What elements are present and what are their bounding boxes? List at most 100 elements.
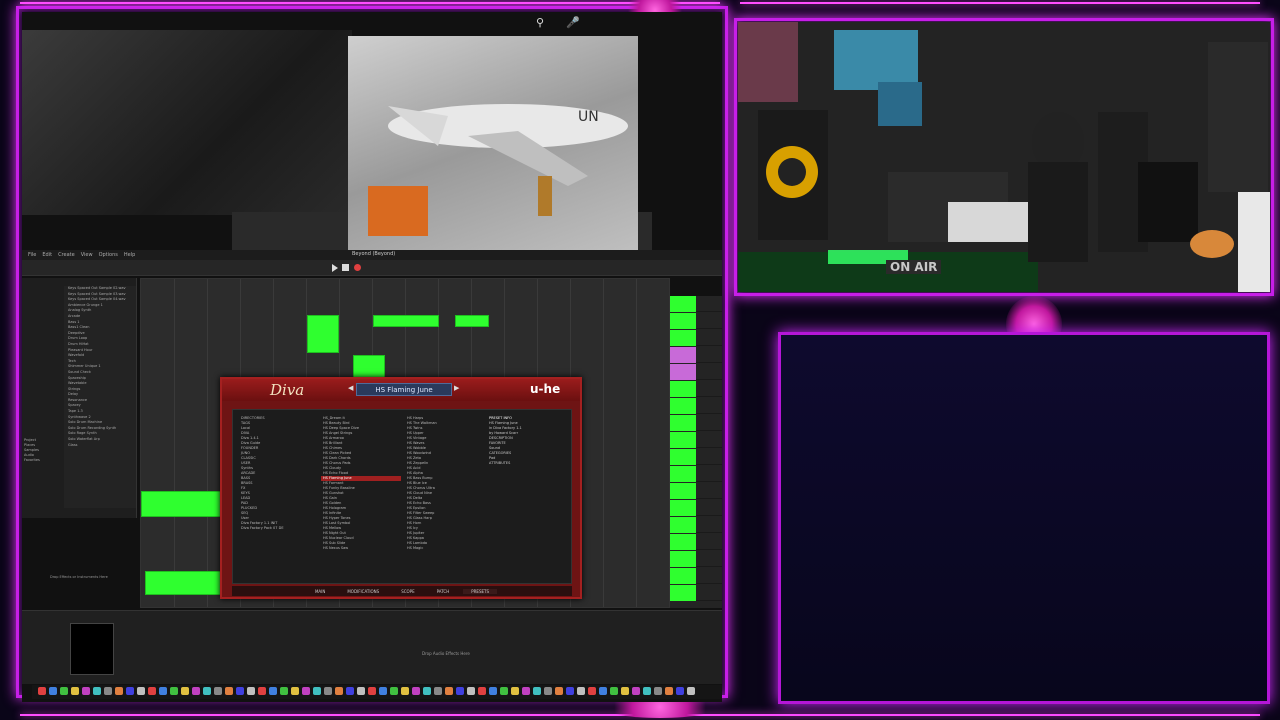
dock-app-icon[interactable]: [181, 687, 189, 695]
dock-app-icon[interactable]: [654, 687, 662, 695]
play-button[interactable]: [332, 264, 338, 272]
preset-item[interactable]: HS Magic: [405, 546, 485, 551]
diva-tab-presets[interactable]: PRESETS: [463, 588, 498, 594]
dock-app-icon[interactable]: [456, 687, 464, 695]
dock-app-icon[interactable]: [522, 687, 530, 695]
mixer-track[interactable]: [670, 568, 722, 584]
audio-clip[interactable]: [145, 571, 221, 595]
search-icon[interactable]: ⚲: [536, 16, 544, 29]
dock-app-icon[interactable]: [676, 687, 684, 695]
diva-plugin-window[interactable]: Diva HS Flaming June ◀ ▶ u-he DIRECTORIE…: [220, 377, 582, 599]
mixer-track[interactable]: [670, 432, 722, 448]
dock-app-icon[interactable]: [49, 687, 57, 695]
browser-item[interactable]: Glass: [64, 443, 136, 449]
dock-app-icon[interactable]: [434, 687, 442, 695]
dock-app-icon[interactable]: [148, 687, 156, 695]
menu-help[interactable]: Help: [124, 252, 135, 258]
menu-view[interactable]: View: [81, 252, 93, 258]
mixer-track[interactable]: [670, 313, 722, 329]
dock-app-icon[interactable]: [313, 687, 321, 695]
next-preset-icon[interactable]: ▶: [454, 384, 459, 392]
preset-item[interactable]: HS Nexus Saw: [321, 546, 401, 551]
mixer-track[interactable]: [670, 449, 722, 465]
dock-app-icon[interactable]: [588, 687, 596, 695]
dock-app-icon[interactable]: [60, 687, 68, 695]
stop-button[interactable]: [342, 264, 349, 271]
diva-tab-main[interactable]: MAIN: [307, 589, 333, 594]
mixer-track[interactable]: [670, 347, 722, 363]
dock-app-icon[interactable]: [379, 687, 387, 695]
dock-app-icon[interactable]: [225, 687, 233, 695]
dock-app-icon[interactable]: [423, 687, 431, 695]
dock-app-icon[interactable]: [137, 687, 145, 695]
midi-clip[interactable]: [373, 315, 439, 327]
dock-app-icon[interactable]: [159, 687, 167, 695]
directory-item[interactable]: Diva Factory Pack 07 DE: [239, 526, 315, 531]
dock-app-icon[interactable]: [258, 687, 266, 695]
mixer-track[interactable]: [670, 517, 722, 533]
mixer-track[interactable]: [670, 381, 722, 397]
dock-app-icon[interactable]: [632, 687, 640, 695]
mixer-track[interactable]: [670, 415, 722, 431]
dock-app-icon[interactable]: [566, 687, 574, 695]
dock-app-icon[interactable]: [610, 687, 618, 695]
mixer-track[interactable]: [670, 466, 722, 482]
dock-app-icon[interactable]: [93, 687, 101, 695]
midi-clip[interactable]: [455, 315, 489, 327]
midi-clip[interactable]: [307, 315, 339, 353]
dock-app-icon[interactable]: [280, 687, 288, 695]
dock-app-icon[interactable]: [687, 687, 695, 695]
dock-app-icon[interactable]: [368, 687, 376, 695]
mixer-track[interactable]: [670, 296, 722, 312]
dock-app-icon[interactable]: [291, 687, 299, 695]
dock-app-icon[interactable]: [412, 687, 420, 695]
dock-app-icon[interactable]: [489, 687, 497, 695]
dock-app-icon[interactable]: [555, 687, 563, 695]
sidebar-item[interactable]: Favorites: [24, 458, 40, 463]
prev-preset-icon[interactable]: ◀: [348, 384, 353, 392]
diva-tab-scope[interactable]: SCOPE: [393, 589, 422, 594]
dock-app-icon[interactable]: [126, 687, 134, 695]
dock-app-icon[interactable]: [643, 687, 651, 695]
dock-app-icon[interactable]: [577, 687, 585, 695]
dock-app-icon[interactable]: [533, 687, 541, 695]
dock-app-icon[interactable]: [203, 687, 211, 695]
mixer-track[interactable]: [670, 500, 722, 516]
mixer-track[interactable]: [670, 534, 722, 550]
dock-app-icon[interactable]: [390, 687, 398, 695]
preset-name-display[interactable]: HS Flaming June: [356, 383, 452, 396]
mixer-track[interactable]: [670, 483, 722, 499]
dock-app-icon[interactable]: [357, 687, 365, 695]
menu-file[interactable]: File: [28, 252, 36, 258]
dock-app-icon[interactable]: [214, 687, 222, 695]
dock-app-icon[interactable]: [38, 687, 46, 695]
dock-app-icon[interactable]: [236, 687, 244, 695]
menu-options[interactable]: Options: [99, 252, 118, 258]
dock-app-icon[interactable]: [544, 687, 552, 695]
dock-app-icon[interactable]: [335, 687, 343, 695]
dock-app-icon[interactable]: [445, 687, 453, 695]
dock-app-icon[interactable]: [599, 687, 607, 695]
dock-app-icon[interactable]: [170, 687, 178, 695]
dock-app-icon[interactable]: [269, 687, 277, 695]
dock-app-icon[interactable]: [665, 687, 673, 695]
mixer-track[interactable]: [670, 585, 722, 601]
dock-app-icon[interactable]: [247, 687, 255, 695]
menu-edit[interactable]: Edit: [42, 252, 52, 258]
record-button[interactable]: [354, 264, 361, 271]
mixer-track[interactable]: [670, 330, 722, 346]
dock-app-icon[interactable]: [478, 687, 486, 695]
diva-tab-patch[interactable]: PATCH: [429, 589, 458, 594]
dock-app-icon[interactable]: [511, 687, 519, 695]
diva-tab-modifications[interactable]: MODIFICATIONS: [339, 589, 387, 594]
mixer-track[interactable]: [670, 364, 722, 380]
dock-app-icon[interactable]: [192, 687, 200, 695]
dock-app-icon[interactable]: [621, 687, 629, 695]
dock-app-icon[interactable]: [467, 687, 475, 695]
menu-create[interactable]: Create: [58, 252, 75, 258]
dock-app-icon[interactable]: [346, 687, 354, 695]
dock-app-icon[interactable]: [500, 687, 508, 695]
dock-app-icon[interactable]: [82, 687, 90, 695]
dock-app-icon[interactable]: [324, 687, 332, 695]
mixer-track[interactable]: [670, 398, 722, 414]
